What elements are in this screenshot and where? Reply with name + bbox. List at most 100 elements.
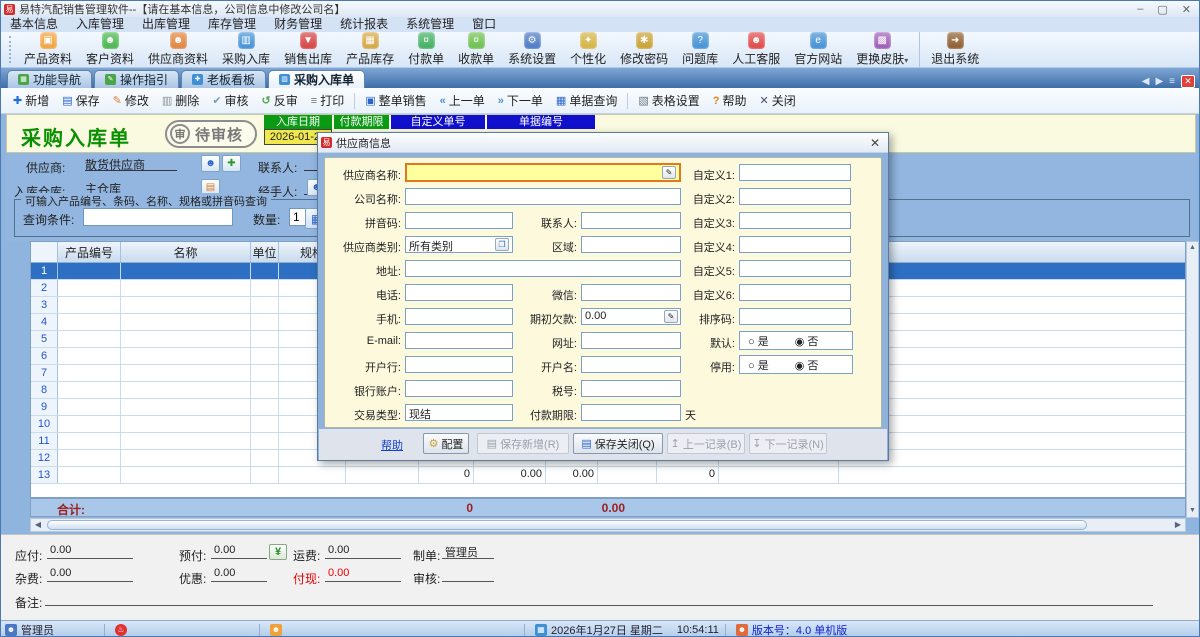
custom1-input[interactable] — [739, 164, 851, 181]
supplier-picker-icon[interactable]: ☻ — [201, 155, 220, 172]
address-input[interactable] — [405, 260, 681, 277]
config-button[interactable]: ⚙配置 — [423, 433, 469, 454]
minimize-button[interactable]: – — [1137, 3, 1143, 16]
scroll-left-icon[interactable]: ◀ — [31, 519, 45, 531]
toolbar-button[interactable]: ▦ 产品库存 — [339, 32, 401, 67]
tab-list-icon[interactable]: ≡ — [1169, 76, 1175, 87]
action-button[interactable]: ?帮助 — [707, 90, 753, 111]
tab[interactable]: ✎操作指引 — [94, 70, 179, 88]
toolbar-button[interactable]: ☻ 人工客服 — [725, 32, 787, 67]
toolbar-button[interactable]: ¤ 收款单 — [451, 32, 501, 67]
toolbar-button[interactable]: ➜ 退出系统 — [919, 32, 986, 67]
next-record-button[interactable]: ↧下一记录(N) — [749, 433, 827, 454]
toolbar-button[interactable]: ▣ 产品资料 — [17, 32, 79, 67]
action-button[interactable]: ↺反审 — [256, 90, 304, 111]
dialog-close-icon[interactable]: ✕ — [870, 136, 888, 150]
menu-item[interactable]: 统计报表 — [331, 17, 397, 32]
menu-item[interactable]: 基本信息 — [1, 17, 67, 32]
payable-field[interactable]: 0.00 — [47, 544, 133, 559]
toolbar-button[interactable]: ¤ 付款单 — [401, 32, 451, 67]
assistant-icon[interactable]: ☻ — [270, 624, 282, 636]
tab[interactable]: ▦功能导航 — [7, 70, 92, 88]
toolbar-button[interactable]: ✦ 个性化 — [563, 32, 613, 67]
trade-type-input[interactable]: 现结 — [405, 404, 513, 421]
close-button[interactable]: ✕ — [1182, 3, 1191, 16]
website-input[interactable] — [581, 332, 681, 349]
toolbar-button[interactable]: ⚙ 系统设置 — [501, 32, 563, 67]
default-yes-radio[interactable]: ○ 是 — [748, 333, 769, 349]
scroll-down-icon[interactable]: ▼ — [1187, 505, 1198, 517]
toolbar-button[interactable]: ☻ 供应商资料 — [141, 32, 215, 67]
bank-input[interactable] — [405, 356, 513, 373]
add-supplier-icon[interactable]: ✚ — [222, 155, 241, 172]
edit-pencil-icon[interactable]: ✎ — [662, 166, 676, 179]
supplier-field[interactable]: 散货供应商 — [85, 156, 177, 171]
toolbar-button[interactable]: ? 问题库 — [675, 32, 725, 67]
action-button[interactable]: ✔审核 — [206, 90, 254, 111]
query-condition-input[interactable] — [83, 208, 233, 226]
action-button[interactable]: ▣整单销售 — [359, 90, 432, 111]
action-button[interactable]: «上一单 — [434, 90, 491, 111]
payment-term-input[interactable] — [581, 404, 681, 421]
action-button[interactable]: ▧表格设置 — [632, 90, 705, 111]
tax-no-input[interactable] — [581, 380, 681, 397]
toolbar-button[interactable]: ▩ 更换皮肤▾ — [849, 32, 915, 67]
custom4-input[interactable] — [739, 236, 851, 253]
prev-record-button[interactable]: ↥上一记录(B) — [667, 433, 745, 454]
action-button[interactable]: ✎修改 — [107, 90, 155, 111]
toolbar-button[interactable]: ✱ 修改密码 — [613, 32, 675, 67]
cash-paid-field[interactable]: 0.00 — [325, 567, 401, 582]
stop-yes-radio[interactable]: ○ 是 — [748, 357, 769, 373]
prepaid-field[interactable]: 0.00 — [211, 544, 267, 559]
hscroll-thumb[interactable] — [47, 520, 1087, 530]
save-new-button[interactable]: ▤保存新增(R) — [477, 433, 569, 454]
menu-item[interactable]: 库存管理 — [199, 17, 265, 32]
prepaid-pay-icon[interactable]: ¥ — [269, 544, 287, 560]
scroll-up-icon[interactable]: ▲ — [1187, 242, 1198, 254]
custom2-input[interactable] — [739, 188, 851, 205]
toolbar-button[interactable]: ▼ 销售出库 — [277, 32, 339, 67]
tab[interactable]: ✚老板看板 — [181, 70, 266, 88]
action-button[interactable] — [627, 93, 628, 109]
action-button[interactable]: ≡打印 — [305, 90, 350, 111]
action-button[interactable] — [354, 93, 355, 109]
maximize-button[interactable]: ▢ — [1157, 3, 1167, 16]
bank-account-input[interactable] — [405, 380, 513, 397]
custom6-input[interactable] — [739, 284, 851, 301]
save-close-button[interactable]: ▤保存关闭(Q) — [573, 433, 663, 454]
stop-no-radio[interactable]: ◉ 否 — [795, 357, 819, 373]
contact-input[interactable] — [581, 212, 681, 229]
action-button[interactable]: »下一单 — [492, 90, 549, 111]
freight-field[interactable]: 0.00 — [325, 544, 401, 559]
tab-close-button[interactable]: ✕ — [1181, 75, 1195, 88]
category-book-icon[interactable]: ❒ — [495, 238, 509, 251]
toolbar-button[interactable]: ▥ 采购入库 — [215, 32, 277, 67]
sort-code-input[interactable] — [739, 308, 851, 325]
company-name-input[interactable] — [405, 188, 681, 205]
action-button[interactable]: ▦单据查询 — [550, 90, 623, 111]
default-no-radio[interactable]: ◉ 否 — [795, 333, 819, 349]
remark-field[interactable] — [45, 591, 1153, 606]
phone-input[interactable] — [405, 284, 513, 301]
wechat-input[interactable] — [581, 284, 681, 301]
action-button[interactable]: ▥删除 — [156, 90, 205, 111]
mobile-input[interactable] — [405, 308, 513, 325]
custom3-input[interactable] — [739, 212, 851, 229]
menu-item[interactable]: 系统管理 — [397, 17, 463, 32]
dialog-help-link[interactable]: 帮助 — [381, 437, 403, 453]
account-name-input[interactable] — [581, 356, 681, 373]
toolbar-button[interactable]: e 官方网站 — [787, 32, 849, 67]
menu-item[interactable]: 窗口 — [463, 17, 505, 32]
horizontal-scrollbar[interactable]: ◀ ▶ — [30, 518, 1186, 532]
supplier-name-input[interactable] — [405, 163, 681, 182]
toolbar-button[interactable]: ☻ 客户资料 — [79, 32, 141, 67]
tab-scroll-right-icon[interactable]: ▶ — [1155, 76, 1163, 87]
tab-scroll-left-icon[interactable]: ◀ — [1142, 76, 1150, 87]
email-input[interactable] — [405, 332, 513, 349]
action-button[interactable]: ▤保存 — [56, 90, 105, 111]
pinyin-input[interactable] — [405, 212, 513, 229]
menu-item[interactable]: 入库管理 — [67, 17, 133, 32]
table-row[interactable]: 13 00.000.00 0 — [31, 467, 1185, 484]
discount-field[interactable]: 0.00 — [211, 567, 267, 582]
notice-icon[interactable]: ♨ — [115, 624, 127, 636]
